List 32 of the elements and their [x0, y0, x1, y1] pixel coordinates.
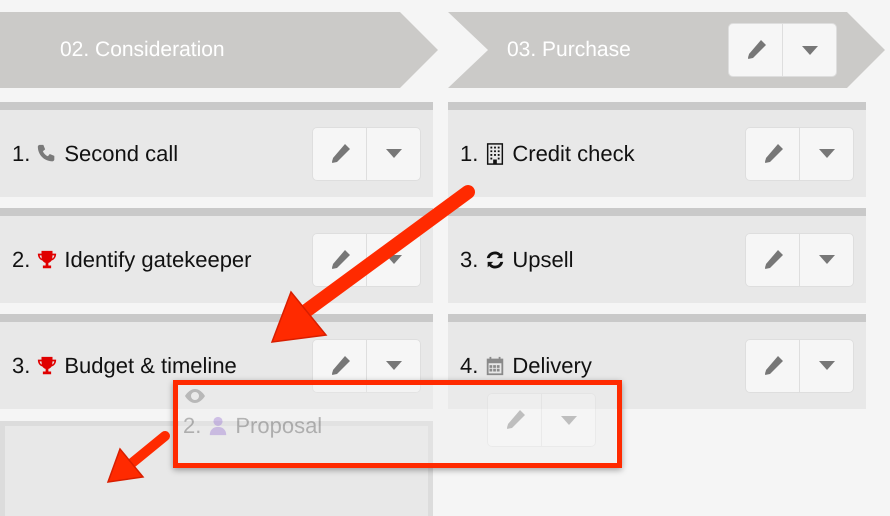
task-title: Second call: [64, 140, 178, 168]
task-title: Identify gatekeeper: [64, 246, 252, 274]
calendar-icon: [484, 354, 506, 376]
caret-icon: [386, 361, 402, 370]
task-number: 4.: [460, 352, 478, 380]
task-number: 2.: [183, 412, 202, 440]
caret-icon: [560, 416, 576, 424]
caret-icon: [818, 255, 834, 264]
arrow-drawing: [106, 431, 170, 483]
task-number: 1.: [12, 140, 30, 168]
caret-icon: [386, 149, 402, 158]
task-number: 3.: [12, 352, 30, 380]
task-card[interactable]: 4. Delivery: [448, 314, 866, 409]
caret-icon: [802, 46, 818, 54]
task-card[interactable]: 1. Second call: [0, 102, 433, 197]
caret-icon: [818, 361, 834, 370]
task-card[interactable]: 3. Upsell: [448, 208, 866, 303]
task-title: Credit check: [512, 140, 635, 168]
task-title: Delivery: [512, 352, 592, 380]
task-card[interactable]: 1. Credit check: [448, 102, 866, 197]
task-title: Budget & timeline: [64, 352, 237, 380]
task-title: Upsell: [512, 246, 574, 274]
task-card[interactable]: 2. Identify gatekeeper: [0, 208, 433, 303]
task-title: Proposal: [235, 412, 322, 440]
eye-icon: [183, 388, 207, 404]
task-number: 1.: [460, 140, 478, 168]
caret-icon: [818, 149, 834, 158]
task-card[interactable]: 3. Budget & timeline: [0, 314, 433, 409]
trophy-icon: [36, 248, 58, 270]
trophy-icon: [36, 354, 58, 376]
task-number: 2.: [12, 246, 30, 274]
task-number: 3.: [460, 246, 478, 274]
